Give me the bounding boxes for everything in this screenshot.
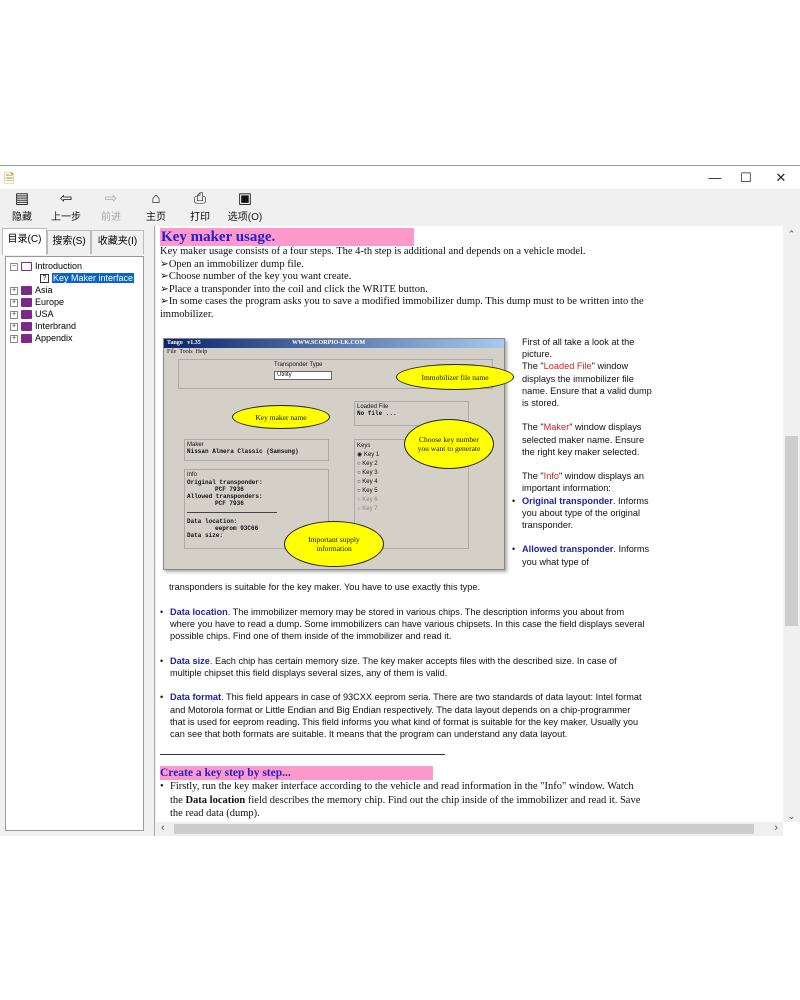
- tree-label: Introduction: [35, 261, 83, 271]
- contents-tree: − Introduction ? Key Maker interface + Asia…: [5, 256, 144, 831]
- key-option-disabled: ○ Key 6: [357, 497, 378, 503]
- forward-arrow-icon: ⇨: [104, 190, 118, 207]
- scroll-thumb[interactable]: [785, 436, 798, 626]
- tree-label: Appendix: [35, 333, 73, 343]
- help-window: 🗎 — ☐ ✕ ▤ 隐藏 ⇦ 上一步 ⇨ 前进 ⌂ 主页 ⎙ 打印 ▣ 选项(O) 目录(C) 搜索(…: [0, 165, 800, 836]
- intro-text: Key maker usage consists of a four steps…: [160, 246, 586, 257]
- tree-item-europe[interactable]: + Europe: [10, 296, 64, 308]
- maximize-button[interactable]: ☐: [731, 168, 761, 188]
- callout-bubble: Choose key number you want to generate: [404, 419, 494, 469]
- scroll-right-icon[interactable]: ›: [774, 822, 778, 834]
- tree-label: Interbrand: [35, 321, 77, 331]
- topic-content: Key maker usage. Key maker usage consist…: [160, 228, 780, 819]
- key-maker-screenshot: Tango v1.35 WWW.SCORPIO-LK.COM File Tools…: [163, 338, 514, 570]
- page-title: Key maker usage.: [160, 228, 414, 246]
- scroll-down-icon[interactable]: ⌄: [783, 811, 800, 822]
- tree-item-interbrand[interactable]: + Interbrand: [10, 320, 76, 332]
- step-item: ➢Open an immobilizer dump file.: [160, 258, 304, 270]
- toolbar-button-2[interactable]: ⇨ 前进: [89, 190, 133, 223]
- book-icon: [21, 334, 32, 344]
- toolbar-button-0[interactable]: ▤ 隐藏: [0, 190, 44, 223]
- vertical-scrollbar[interactable]: ⌃ ⌄: [783, 226, 800, 822]
- collapse-icon[interactable]: −: [10, 262, 18, 271]
- data-fields-list: Data location. The immobilizer memory ma…: [160, 606, 645, 821]
- list-item: Allowed transponder. Informs you what ty…: [512, 543, 652, 567]
- tab-contents[interactable]: 目录(C): [2, 228, 47, 255]
- continued-text: transponders is suitable for the key mak…: [169, 582, 481, 592]
- tab-favorites[interactable]: 收藏夹(I): [91, 230, 144, 254]
- screenshot-maker: Maker Nissan Almera Classic (Samsung): [184, 439, 329, 461]
- title-bar: 🗎 — ☐ ✕: [0, 166, 800, 189]
- close-button[interactable]: ✕: [766, 168, 796, 188]
- topic-pane: Key maker usage. Key maker usage consist…: [156, 226, 800, 836]
- list-item: Firstly, run the key maker interface acc…: [160, 780, 645, 821]
- book-icon: [21, 286, 32, 296]
- expand-icon[interactable]: +: [10, 310, 18, 319]
- toolbar-button-label: 上一步: [51, 212, 81, 223]
- step-item: ➢In some cases the program asks you to s…: [160, 296, 644, 320]
- list-item: Original transponder. Informs you about …: [512, 495, 652, 532]
- step-item: ➢Place a transponder into the coil and c…: [160, 283, 428, 295]
- screenshot-menu: File Tools Help: [167, 349, 208, 355]
- toolbar-button-label: 前进: [101, 212, 121, 223]
- help-page-icon: ?: [40, 274, 49, 284]
- minimize-button[interactable]: —: [700, 168, 730, 188]
- key-option: ○ Key 4: [357, 479, 378, 485]
- list-item: Data size. Each chip has certain memory …: [160, 655, 645, 679]
- callout-bubble: Key maker name: [232, 405, 330, 429]
- toolbar-button-3[interactable]: ⌂ 主页: [134, 190, 178, 223]
- home-icon: ⌂: [151, 190, 161, 207]
- screenshot-titlebar: Tango v1.35 WWW.SCORPIO-LK.COM: [164, 339, 504, 348]
- expand-icon[interactable]: +: [10, 334, 18, 343]
- tree-item-asia[interactable]: + Asia: [10, 284, 53, 296]
- toolbar-button-4[interactable]: ⎙ 打印: [178, 190, 222, 223]
- tree-item-key-maker-interface[interactable]: ? Key Maker interface: [40, 272, 135, 284]
- key-option: ○ Key 3: [357, 470, 378, 476]
- toolbar-button-label: 隐藏: [12, 212, 32, 223]
- expand-icon[interactable]: +: [10, 298, 18, 307]
- navigation-pane: 目录(C) 搜索(S) 收藏夹(I) − Introduction ? Key Ma…: [0, 226, 150, 836]
- scroll-thumb[interactable]: [174, 824, 754, 834]
- horizontal-scrollbar[interactable]: ‹ ›: [156, 822, 783, 836]
- tree-item-appendix[interactable]: + Appendix: [10, 332, 73, 344]
- side-notes: First of all take a look at the picture.…: [512, 336, 652, 568]
- toolbar-button-label: 打印: [190, 212, 210, 223]
- callout-bubble: Important supply information: [284, 521, 384, 567]
- book-icon: [21, 298, 32, 308]
- divider: [160, 754, 445, 756]
- list-item: Data location. The immobilizer memory ma…: [160, 606, 645, 643]
- pane-splitter[interactable]: [150, 226, 155, 836]
- book-icon: [21, 310, 32, 320]
- key-option-disabled: ○ Key 7: [357, 506, 378, 512]
- toolbar-button-5[interactable]: ▣ 选项(O): [223, 190, 267, 223]
- tree-label: Europe: [35, 297, 65, 307]
- hide-icon: ▤: [14, 190, 30, 207]
- open-book-icon: [21, 262, 32, 272]
- options-icon: ▣: [237, 190, 253, 207]
- toolbar: ▤ 隐藏 ⇦ 上一步 ⇨ 前进 ⌂ 主页 ⎙ 打印 ▣ 选项(O): [0, 189, 800, 224]
- scroll-left-icon[interactable]: ‹: [161, 822, 165, 834]
- tree-label: Key Maker interface: [52, 273, 135, 283]
- callout-bubble: Immobilizer file name: [396, 364, 514, 390]
- step-item: ➢Choose number of the key you want creat…: [160, 271, 352, 282]
- toolbar-button-label: 选项(O): [227, 212, 263, 223]
- printer-icon: ⎙: [193, 190, 206, 207]
- list-item: Data format. This field appears in case …: [160, 691, 645, 740]
- tree-label: Asia: [35, 285, 53, 295]
- tree-item-introduction[interactable]: − Introduction: [10, 260, 82, 272]
- key-option: ○ Key 5: [357, 488, 378, 494]
- expand-icon[interactable]: +: [10, 286, 18, 295]
- expand-icon[interactable]: +: [10, 322, 18, 331]
- tree-label: USA: [35, 309, 54, 319]
- tab-search[interactable]: 搜索(S): [47, 230, 91, 254]
- tree-item-usa[interactable]: + USA: [10, 308, 54, 320]
- toolbar-button-label: 主页: [146, 212, 166, 223]
- section-heading: Create a key step by step...: [160, 766, 433, 781]
- book-icon: [21, 322, 32, 332]
- toolbar-button-1[interactable]: ⇦ 上一步: [44, 190, 88, 223]
- scroll-up-icon[interactable]: ⌃: [783, 226, 800, 243]
- back-arrow-icon: ⇦: [59, 190, 73, 207]
